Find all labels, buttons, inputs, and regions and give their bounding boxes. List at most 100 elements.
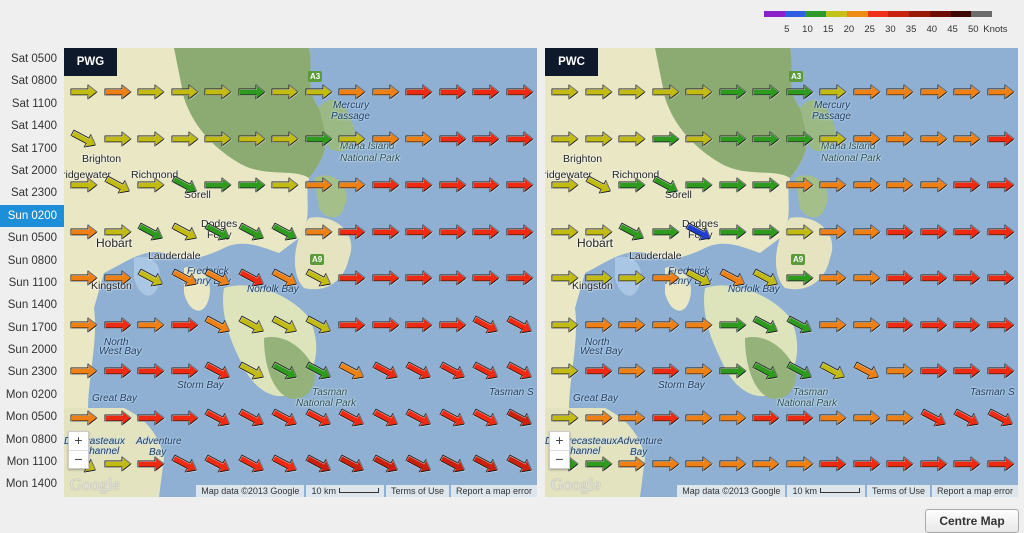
wind-arrow-icon — [786, 456, 814, 473]
wind-arrow-icon — [137, 84, 166, 101]
wind-arrow — [684, 176, 714, 194]
wind-arrow — [505, 130, 535, 148]
time-item[interactable]: Sat 2300 — [0, 182, 64, 204]
wind-arrow-icon — [506, 177, 534, 194]
terms-of-use-link[interactable]: Terms of Use — [385, 485, 449, 497]
wind-arrow-icon — [104, 270, 132, 287]
wind-arrow-icon — [685, 222, 712, 241]
wind-arrow-icon — [752, 84, 781, 101]
time-item[interactable]: Sun 1700 — [0, 317, 64, 339]
time-item[interactable]: Sun 2300 — [0, 361, 64, 383]
wind-arrow-icon — [652, 410, 680, 426]
wind-arrow — [785, 455, 815, 473]
report-map-error-link[interactable]: Report a map error — [450, 485, 537, 497]
time-item[interactable]: Mon 0500 — [0, 406, 64, 428]
time-item[interactable]: Sat 1400 — [0, 115, 64, 137]
wind-arrow-icon — [819, 224, 848, 240]
time-item[interactable]: Sun 0200 — [0, 204, 64, 228]
place-label-lauderdale: Lauderdale — [629, 250, 682, 262]
wind-arrow — [270, 222, 300, 241]
wind-arrow-icon — [886, 177, 915, 194]
wind-arrow-icon — [685, 268, 712, 288]
wind-arrow-icon — [171, 222, 197, 241]
wind-arrow — [237, 315, 267, 334]
wind-arrow — [471, 361, 501, 381]
time-item[interactable]: Sun 2000 — [0, 339, 64, 361]
wind-arrow — [885, 269, 915, 287]
time-item[interactable]: Sat 1100 — [0, 93, 64, 115]
zoom-out-button[interactable]: − — [550, 451, 569, 469]
wind-arrow — [986, 408, 1016, 427]
wind-arrow — [438, 316, 468, 334]
time-item[interactable]: Sat 0500 — [0, 48, 64, 70]
zoom-in-button[interactable]: + — [550, 432, 569, 451]
place-label-mercury2: Passage — [331, 111, 370, 122]
wind-arrow — [852, 316, 882, 334]
wind-arrow-icon — [405, 224, 434, 240]
time-item[interactable]: Sun 0500 — [0, 227, 64, 249]
wind-arrow — [550, 316, 580, 334]
wind-arrow-icon — [372, 408, 398, 427]
wind-arrow-icon — [786, 315, 812, 334]
wind-arrow — [270, 454, 300, 474]
map-footer: Map data ©2013 Google 10 km Terms of Use… — [194, 485, 537, 497]
wind-arrow-icon — [719, 363, 747, 380]
time-item[interactable]: Sun 1100 — [0, 272, 64, 294]
wind-arrow — [785, 409, 815, 427]
wind-arrow — [170, 268, 200, 288]
time-item[interactable]: Sat 1700 — [0, 138, 64, 160]
wind-arrow-icon — [618, 131, 647, 147]
wind-arrow-icon — [585, 456, 613, 473]
time-item[interactable]: Mon 1100 — [0, 451, 64, 473]
wind-arrow-icon — [338, 270, 367, 287]
legend-swatch — [888, 11, 910, 17]
centre-map-button[interactable]: Centre Map — [925, 509, 1019, 533]
wind-arrow-icon — [372, 224, 400, 240]
wind-arrow — [684, 455, 714, 473]
wind-arrow-icon — [786, 84, 814, 101]
time-item[interactable]: Sun 1400 — [0, 294, 64, 316]
wind-arrow — [651, 130, 681, 148]
place-label-great-bay: Great Bay — [92, 393, 138, 404]
wind-arrow-icon — [204, 361, 231, 381]
map-panel-pwg[interactable]: A3 A9 Brighton ridgewater Richmond Sorell Dodg… — [64, 48, 537, 497]
wind-arrow-icon — [987, 131, 1015, 147]
map-panel-pwc[interactable]: A3 A9 Brighton ridgewater Richmond Sorell Dodg… — [545, 48, 1018, 497]
legend-swatch — [784, 11, 806, 17]
zoom-out-button[interactable]: − — [69, 451, 88, 469]
terms-of-use-link[interactable]: Terms of Use — [866, 485, 930, 497]
wind-arrow — [438, 176, 468, 194]
wind-arrow-icon — [372, 270, 400, 287]
wind-arrow — [404, 316, 434, 334]
time-item[interactable]: Mon 1400 — [0, 473, 64, 495]
time-item[interactable]: Sat 2000 — [0, 160, 64, 182]
wind-arrow — [203, 268, 233, 288]
wind-arrow — [919, 316, 949, 334]
legend-label: 15 — [822, 24, 834, 35]
time-item[interactable]: Mon 0200 — [0, 384, 64, 406]
time-item[interactable]: Mon 0800 — [0, 429, 64, 451]
time-item[interactable]: Sat 0800 — [0, 70, 64, 92]
wind-arrow-icon — [506, 270, 534, 287]
wind-arrow-icon — [238, 268, 264, 288]
wind-arrow — [919, 408, 949, 427]
wind-arrow-icon — [305, 268, 331, 288]
wind-arrow-icon — [953, 317, 982, 333]
wind-arrow — [304, 130, 334, 148]
wind-arrow — [404, 408, 434, 427]
wind-arrow — [550, 223, 580, 241]
wind-arrow-icon — [472, 177, 501, 194]
wind-arrow-icon — [886, 270, 915, 287]
wind-arrow — [751, 361, 781, 381]
wind-arrow — [952, 223, 982, 241]
report-map-error-link[interactable]: Report a map error — [931, 485, 1018, 497]
wind-arrow — [471, 223, 501, 241]
time-item[interactable]: Sun 0800 — [0, 250, 64, 272]
wind-arrow-icon — [70, 317, 99, 333]
wind-arrow-icon — [171, 454, 197, 474]
wind-arrow-icon — [652, 363, 680, 380]
wind-arrow — [584, 223, 614, 241]
zoom-in-button[interactable]: + — [69, 432, 88, 451]
wind-arrow — [404, 454, 434, 474]
legend-swatch — [846, 11, 868, 17]
